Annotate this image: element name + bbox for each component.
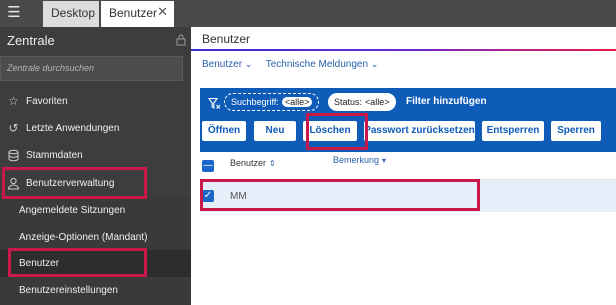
tab-label: Benutzer <box>109 6 158 20</box>
sidebar-subitem-anzeige-optionen[interactable]: Anzeige-Optionen (Mandant) <box>0 224 191 251</box>
sidebar-item-label: Letzte Anwendungen <box>26 123 120 134</box>
sidebar-item-label: Favoriten <box>26 96 68 107</box>
sidebar-item-letzte-anwendungen[interactable]: ↺ Letzte Anwendungen <box>0 115 191 142</box>
cell-benutzer: MM <box>230 191 247 202</box>
breadcrumb: Benutzer ⌄ Technische Meldungen ⌄ <box>202 59 378 70</box>
neu-button[interactable]: Neu <box>254 121 296 141</box>
breadcrumb-item-technische-meldungen[interactable]: Technische Meldungen ⌄ <box>266 59 379 70</box>
row-checkbox[interactable]: ✓ <box>202 190 214 202</box>
table-header: — Benutzer ⇕ Bemerkung ▾ <box>200 152 616 180</box>
sidebar-subitem-benutzereinstellungen[interactable]: Benutzereinstellungen <box>0 277 191 304</box>
column-header-bemerkung[interactable]: Bemerkung ▾ <box>333 155 386 165</box>
sperren-button[interactable]: Sperren <box>551 121 601 141</box>
chevron-down-icon: ⌄ <box>244 60 253 70</box>
indeterminate-icon: — <box>203 160 213 171</box>
loeschen-button[interactable]: Löschen <box>303 121 357 141</box>
top-tab-bar: ☰ Desktop Benutzer ✕ <box>0 0 616 27</box>
filter-icon[interactable] <box>208 97 221 110</box>
lock-icon[interactable] <box>176 34 186 46</box>
sidebar-subitem-label: Benutzer <box>19 258 60 269</box>
history-icon: ↺ <box>8 121 19 135</box>
sidebar-search-input[interactable]: Zentrale durchsuchen <box>0 56 183 81</box>
sidebar: Zentrale Zentrale durchsuchen ☆ Favorite… <box>0 27 191 305</box>
sidebar-title: Zentrale <box>7 33 55 48</box>
sidebar-subitem-angemeldete-sitzungen[interactable]: Angemeldete Sitzungen <box>0 197 191 224</box>
chevron-down-icon: ⌄ <box>370 60 379 70</box>
sidebar-subitem-label: Angemeldete Sitzungen <box>19 205 126 216</box>
filter-toolbar: Suchbegriff: <alle> Status: <alle> Filter … <box>200 88 616 152</box>
accent-line <box>191 49 616 51</box>
breadcrumb-item-benutzer[interactable]: Benutzer ⌄ <box>202 59 252 70</box>
hamburger-menu-icon[interactable]: ☰ <box>6 4 22 20</box>
sidebar-item-favoriten[interactable]: ☆ Favoriten <box>0 88 191 115</box>
select-all-checkbox[interactable]: — <box>202 160 214 172</box>
table-row[interactable]: ✓ MM <box>200 180 616 212</box>
status-filter-chip[interactable]: Status: <alle> <box>328 93 396 111</box>
entsperren-button[interactable]: Entsperren <box>482 121 544 141</box>
tab-benutzer[interactable]: Benutzer ✕ <box>101 1 174 27</box>
search-filter-chip[interactable]: Suchbegriff: <alle> <box>224 93 320 111</box>
passwort-zuruecksetzen-button[interactable]: Passwort zurücksetzen <box>364 121 475 141</box>
close-icon[interactable]: ✕ <box>157 1 168 25</box>
sidebar-item-benutzerverwaltung[interactable]: Benutzerverwaltung <box>0 170 191 197</box>
tab-desktop[interactable]: Desktop <box>43 1 99 27</box>
sidebar-subitem-label: Anzeige-Optionen (Mandant) <box>19 232 148 243</box>
tab-label: Desktop <box>51 6 96 20</box>
main-content: Benutzer Benutzer ⌄ Technische Meldungen… <box>191 27 616 305</box>
column-header-benutzer[interactable]: Benutzer ⇕ <box>230 158 276 168</box>
star-icon: ☆ <box>8 94 19 108</box>
add-filter-link[interactable]: Filter hinzufügen <box>406 96 487 107</box>
sidebar-subitem-benutzer[interactable]: Benutzer <box>0 250 191 277</box>
sort-descending-icon: ▾ <box>382 156 387 165</box>
oeffnen-button[interactable]: Öffnen <box>202 121 246 141</box>
user-icon <box>7 177 20 190</box>
page-title: Benutzer <box>202 32 251 46</box>
checkmark-icon: ✓ <box>203 190 213 201</box>
sidebar-item-label: Stammdaten <box>26 150 83 161</box>
sidebar-item-label: Benutzerverwaltung <box>26 178 115 189</box>
sidebar-subitem-label: Benutzereinstellungen <box>19 285 118 296</box>
database-icon <box>8 149 19 162</box>
sort-neutral-icon: ⇕ <box>269 159 276 168</box>
sidebar-item-stammdaten[interactable]: Stammdaten <box>0 142 191 169</box>
